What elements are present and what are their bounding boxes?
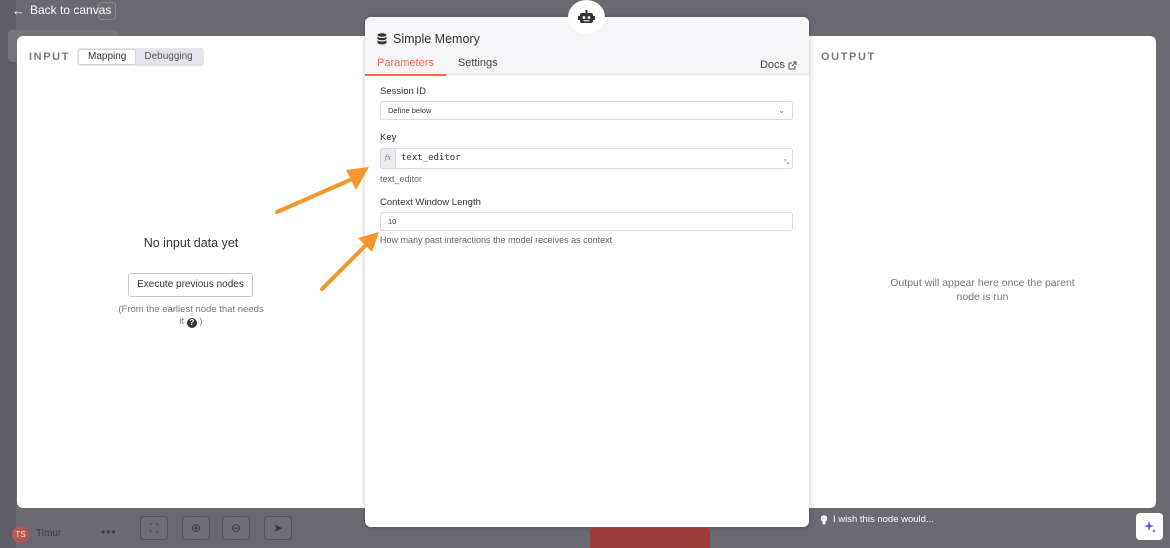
context-window-input[interactable]: 10 — [380, 212, 793, 231]
execute-hint: (From the earliest node that needs it ? … — [115, 304, 267, 328]
input-heading: INPUT — [29, 51, 70, 63]
key-result-hint: text_editor — [380, 174, 423, 184]
expand-editor-icon[interactable]: ⤡ — [784, 160, 789, 167]
execute-workflow-button[interactable] — [590, 528, 710, 548]
tab-parameters[interactable]: Parameters — [365, 57, 446, 76]
docs-link[interactable]: Docs — [760, 59, 797, 71]
panel-tabs: Parameters Settings — [365, 57, 510, 76]
chevron-down-icon: ⌄ — [778, 106, 785, 115]
feedback-label: I wish this node would... — [833, 514, 934, 525]
bottom-bar: TS Timur ••• ⛶ ⊕ ⊖ ➤ I wish this node wo… — [0, 508, 1170, 548]
input-pane: INPUT Mapping Debugging No input data ye… — [17, 36, 365, 508]
node-parameters-panel: Simple Memory Parameters Settings Docs S… — [365, 17, 809, 527]
robot-icon — [578, 9, 595, 23]
execute-hint-close: ) — [199, 316, 203, 327]
no-input-title: No input data yet — [143, 236, 239, 250]
fx-icon: fx — [381, 149, 396, 168]
question-circle-icon[interactable]: ? — [186, 318, 197, 328]
feedback-link[interactable]: I wish this node would... — [820, 514, 934, 525]
zoom-in-button[interactable]: ⊕ — [182, 516, 210, 540]
session-id-value: Define below — [388, 106, 432, 115]
context-window-label: Context Window Length — [380, 197, 481, 208]
ai-assistant-button[interactable] — [1136, 513, 1163, 540]
back-to-canvas-label: Back to canvas — [30, 3, 112, 17]
user-name: Timur — [36, 528, 62, 539]
sparkle-icon — [1143, 520, 1156, 533]
fit-view-button[interactable]: ⛶ — [140, 516, 168, 540]
pointer-tool-button[interactable]: ➤ — [264, 516, 292, 540]
robot-badge — [568, 0, 605, 34]
key-expression-input[interactable]: fx text_editor ⤡ — [380, 148, 793, 169]
debugging-toggle[interactable]: Debugging — [135, 50, 201, 64]
execute-previous-nodes-button[interactable]: Execute previous nodes — [128, 273, 253, 297]
user-menu-button[interactable]: ••• — [101, 525, 117, 539]
output-pane: OUTPUT Output will appear here once the … — [809, 36, 1156, 508]
lightbulb-icon — [820, 514, 828, 524]
arrow-left-icon: ← — [12, 2, 25, 18]
context-window-hint: How many past interactions the model rec… — [380, 235, 613, 245]
output-empty-message: Output will appear here once the parent … — [890, 277, 1075, 303]
zoom-in-icon: ⊕ — [190, 521, 202, 535]
node-title-text: Simple Memory — [393, 32, 480, 46]
back-to-canvas-button[interactable]: ← Back to canvas — [12, 3, 111, 17]
database-icon — [377, 33, 387, 45]
key-value: text_editor — [401, 153, 461, 163]
key-label: Key — [380, 132, 397, 143]
node-title[interactable]: Simple Memory — [377, 32, 480, 46]
context-window-value: 10 — [388, 217, 397, 226]
zoom-out-icon: ⊖ — [230, 521, 242, 535]
sidebar-backdrop — [0, 0, 16, 548]
mapping-toggle[interactable]: Mapping — [79, 50, 136, 64]
external-link-icon — [788, 61, 797, 69]
cursor-icon: ➤ — [272, 521, 284, 535]
input-mode-toggle: Mapping Debugging — [77, 48, 204, 66]
docs-label: Docs — [759, 59, 785, 71]
session-id-label: Session ID — [380, 86, 426, 97]
output-heading: OUTPUT — [821, 51, 876, 63]
avatar[interactable]: TS — [12, 526, 29, 543]
session-id-select[interactable]: Define below ⌄ — [380, 101, 793, 120]
fit-view-icon: ⛶ — [149, 521, 159, 535]
tab-settings[interactable]: Settings — [446, 57, 510, 76]
zoom-out-button[interactable]: ⊖ — [222, 516, 250, 540]
